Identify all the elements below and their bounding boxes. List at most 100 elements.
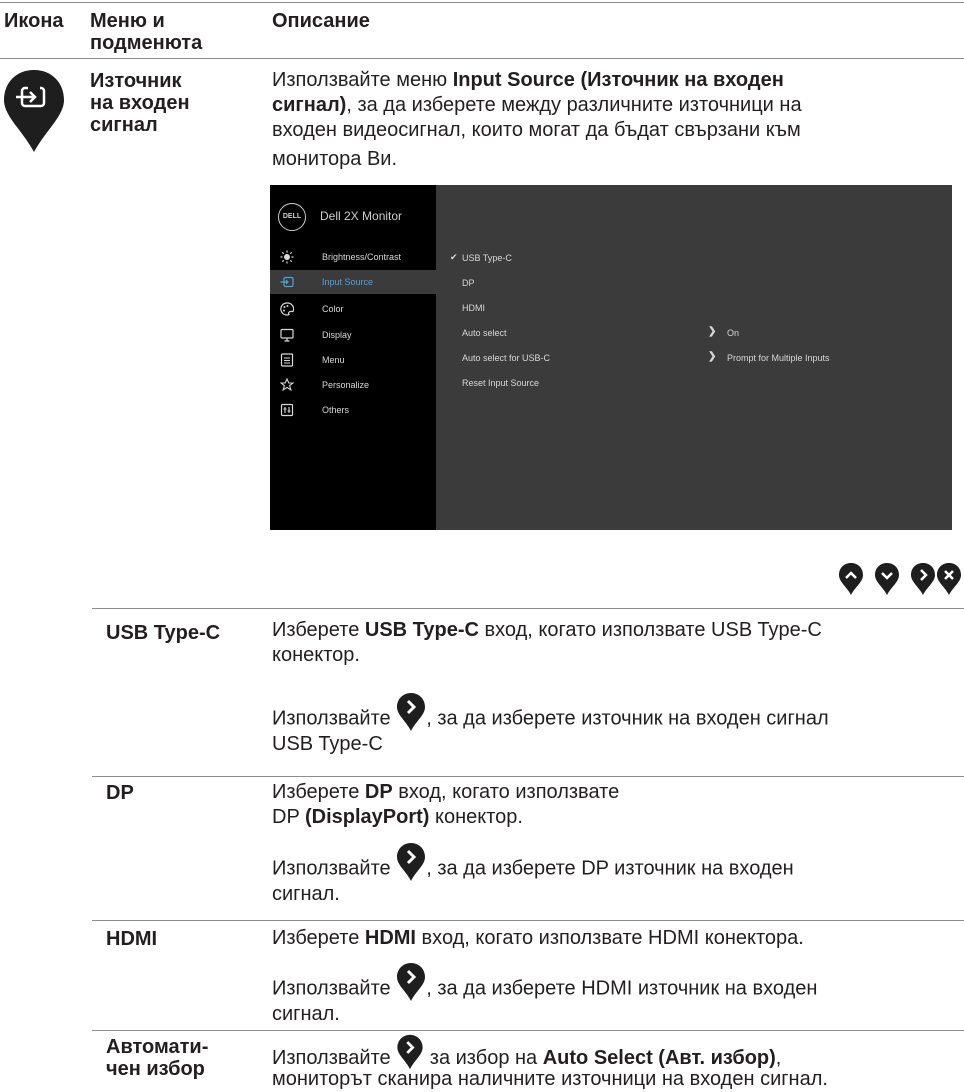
- osd-option-usbc[interactable]: USB Type-C: [462, 253, 512, 263]
- header-rule: [0, 58, 964, 59]
- text: Изберете: [272, 781, 365, 803]
- text: за избор на: [424, 1047, 543, 1069]
- row-rule: [92, 920, 964, 921]
- osd-item-others[interactable]: Others: [270, 398, 436, 422]
- osd-option-hdmi[interactable]: HDMI: [462, 303, 485, 313]
- osd-item-label: Menu: [322, 355, 345, 365]
- intro-paragraph: Използвайте меню Input Source (Източник …: [272, 68, 952, 172]
- osd-screenshot: DELL Dell 2X Monitor Brightness/Contrast…: [270, 185, 952, 530]
- text: ,: [775, 1047, 782, 1069]
- osd-item-label: Input Source: [322, 277, 374, 287]
- osd-option-reset[interactable]: Reset Input Source: [462, 378, 539, 388]
- row-desc-usbc-2: Използвайте , за да изберете източник на…: [272, 693, 962, 757]
- text: , за да изберете HDMI източник на входен: [426, 977, 818, 1000]
- menu-icon: [280, 353, 294, 367]
- row-label-dp: DP: [106, 782, 134, 804]
- display-icon: [280, 328, 294, 342]
- auto-usbc-value: Prompt for Multiple Inputs: [727, 353, 830, 363]
- text: вход, когато използвате HDMI конектора.: [415, 927, 804, 949]
- text: конектор.: [272, 644, 360, 666]
- star-icon: [280, 378, 294, 392]
- row-desc-auto: Използвайте за избор на Auto Select (Авт…: [272, 1034, 962, 1092]
- row-desc-hdmi-2: Използвайте , за да изберете HDMI източн…: [272, 963, 962, 1027]
- osd-sidebar: DELL Dell 2X Monitor Brightness/Contrast…: [270, 185, 436, 530]
- text-bold: Auto Select (Авт. избор): [542, 1047, 776, 1069]
- row-desc-dp: Изберете DP вход, когато използвате DP (…: [272, 780, 962, 830]
- row-desc-usbc: Изберете USB Type-C вход, когато използв…: [272, 618, 962, 668]
- row-label-auto-1: Автомати-: [106, 1036, 209, 1058]
- osd-option-auto-select[interactable]: Auto select: [462, 328, 507, 338]
- osd-item-input-source[interactable]: Input Source: [270, 270, 436, 294]
- header-menu-line1: Меню и: [90, 10, 165, 32]
- check-icon: ✔: [450, 252, 458, 262]
- text: конектор.: [429, 806, 523, 828]
- row-desc-hdmi: Изберете HDMI вход, когато използвате HD…: [272, 926, 962, 951]
- osd-item-brightness[interactable]: Brightness/Contrast: [270, 245, 436, 269]
- text: USB Type-C: [272, 733, 383, 755]
- text: сигнал.: [272, 883, 340, 905]
- text: Използвайте: [272, 707, 397, 730]
- text: сигнал.: [272, 1003, 340, 1025]
- osd-item-label: Others: [322, 405, 350, 415]
- osd-item-personalize[interactable]: Personalize: [270, 373, 436, 397]
- osd-item-label: Brightness/Contrast: [322, 252, 402, 262]
- auto-select-value: On: [727, 328, 740, 338]
- text: Използвайте: [272, 1047, 397, 1069]
- up-icon: [839, 563, 863, 595]
- osd-item-menu[interactable]: Menu: [270, 348, 436, 372]
- osd-item-label: Personalize: [322, 380, 370, 390]
- text-bold: DP: [364, 781, 393, 803]
- osd-item-label: Color: [322, 304, 344, 314]
- text-bold: (DisplayPort): [304, 806, 430, 828]
- down-icon: [875, 563, 899, 595]
- intro-text-c: входен видеосигнал, които могат да бъдат…: [272, 119, 801, 141]
- text: мониторът сканира наличните източници на…: [272, 1068, 828, 1090]
- intro-bold-1: Input Source (Източник на входен: [452, 69, 784, 91]
- text: Изберете: [272, 927, 365, 949]
- text: Изберете: [272, 619, 365, 641]
- brightness-icon: [280, 250, 294, 264]
- color-palette-icon: [280, 302, 294, 316]
- right-arrow-pin-icon: [397, 693, 426, 731]
- text: Използвайте: [272, 857, 397, 880]
- text: DP: [272, 806, 305, 828]
- osd-item-display[interactable]: Display: [270, 323, 436, 347]
- header-description: Описание: [272, 10, 370, 32]
- chevron-right-icon: ❯: [708, 351, 717, 362]
- row-rule: [92, 1030, 964, 1031]
- right-arrow-pin-icon: [397, 963, 426, 1001]
- row-label-usbc: USB Type-C: [106, 622, 221, 644]
- right-arrow-pin-icon: [397, 843, 426, 881]
- osd-item-color[interactable]: Color: [270, 297, 436, 321]
- header-icon: Икона: [4, 10, 64, 32]
- text: , за да изберете DP източник на входен: [426, 857, 794, 880]
- right-icon: [911, 563, 935, 595]
- osd-option-dp[interactable]: DP: [462, 278, 475, 288]
- intro-text-b: , за да изберете между различните източн…: [346, 94, 802, 116]
- source-title-2: на входен: [90, 92, 190, 114]
- osd-item-label: Display: [322, 330, 352, 340]
- top-rule: [0, 2, 964, 3]
- row-desc-dp-2: Използвайте , за да изберете DP източник…: [272, 843, 962, 907]
- source-title-3: сигнал: [90, 114, 158, 136]
- input-source-pin-icon: [4, 70, 64, 152]
- close-icon: [937, 563, 961, 595]
- input-source-icon: [280, 276, 294, 288]
- text: вход, когато използвате: [392, 781, 620, 803]
- others-icon: [280, 403, 294, 417]
- chevron-right-icon: ❯: [708, 326, 717, 337]
- osd-option-auto-usbc[interactable]: Auto select for USB-C: [462, 353, 550, 363]
- intro-bold-2: сигнал): [272, 94, 347, 116]
- text: , за да изберете източник на входен сигн…: [426, 707, 829, 730]
- header-menu-line2: подменюта: [90, 32, 203, 54]
- text-bold: HDMI: [364, 927, 416, 949]
- row-rule: [92, 608, 964, 609]
- row-label-auto-2: чен избор: [106, 1058, 205, 1080]
- osd-title: Dell 2X Monitor: [320, 209, 403, 223]
- text: вход, когато използвате USB Type-C: [478, 619, 822, 641]
- text: Използвайте: [272, 977, 397, 1000]
- right-arrow-pin-icon: [397, 1034, 423, 1069]
- text-bold: USB Type-C: [364, 619, 479, 641]
- row-label-hdmi: HDMI: [106, 928, 158, 950]
- source-title-1: Източник: [90, 70, 182, 92]
